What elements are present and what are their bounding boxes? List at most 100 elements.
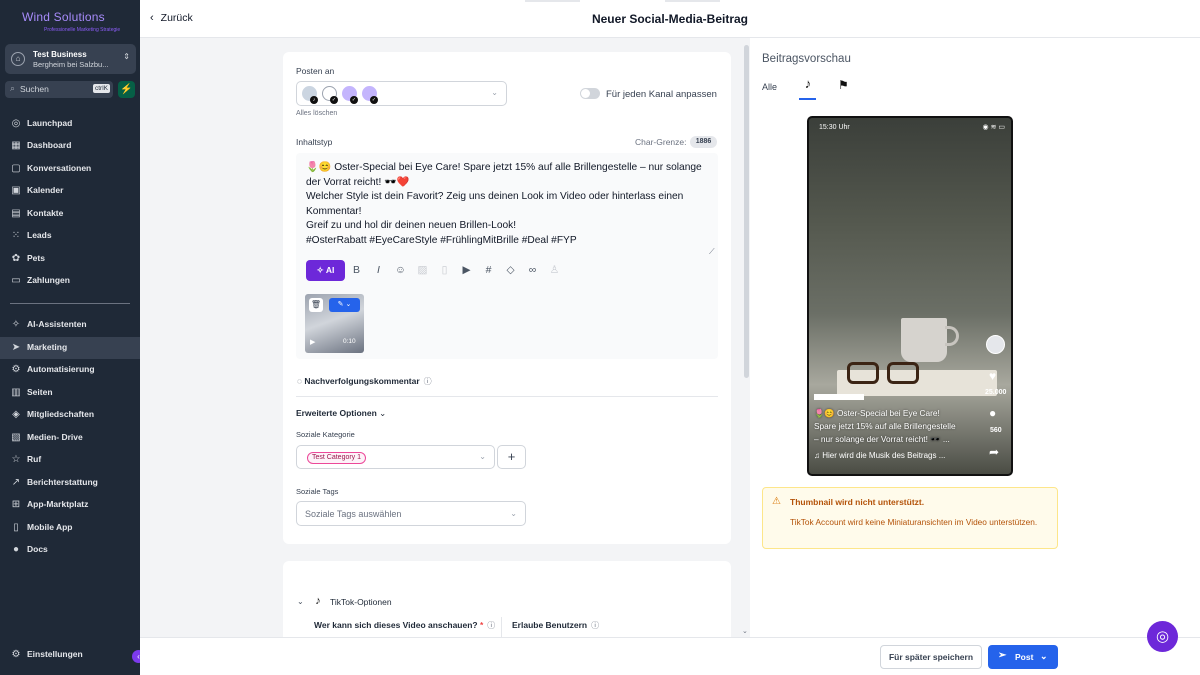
video-icon[interactable]: ▶ bbox=[460, 264, 473, 277]
sidebar-item-berichterstattung[interactable]: ↗ Berichterstattung bbox=[0, 472, 140, 494]
account-switcher[interactable]: ⌂ Test Business Bergheim bei Salzbu... ⇕ bbox=[5, 44, 136, 74]
sidebar-item-label: Konversationen bbox=[27, 163, 92, 173]
sidebar-item-leads[interactable]: ⁙ Leads bbox=[0, 225, 140, 247]
char-limit-badge: 1886 bbox=[690, 136, 717, 148]
per-channel-toggle[interactable] bbox=[580, 88, 600, 99]
add-category-button[interactable]: + bbox=[497, 445, 526, 469]
content-line: Kommentar! bbox=[306, 205, 362, 217]
info-icon: ⓘ bbox=[591, 621, 600, 630]
save-later-button[interactable]: Für später speichern bbox=[880, 645, 982, 669]
sidebar-item-label: Launchpad bbox=[27, 118, 73, 128]
search-placeholder: Suchen bbox=[20, 84, 49, 94]
preview-title: Beitragsvorschau bbox=[762, 53, 851, 65]
comment-icon: ● bbox=[989, 406, 997, 420]
info-icon: ● bbox=[12, 544, 20, 555]
followup-comment-button[interactable]: ◌ Nachverfolgungskommentar ⓘ bbox=[297, 376, 432, 387]
category-select[interactable]: Test Category 1 ⌄ bbox=[296, 445, 495, 469]
post-button[interactable]: ➢ Post ⌄ bbox=[988, 645, 1058, 669]
edit-media-button[interactable]: ✎ ⌄ bbox=[329, 298, 360, 312]
warning-icon: ⚠ bbox=[772, 496, 781, 507]
hashtag-icon[interactable]: # bbox=[482, 264, 495, 277]
advanced-options-toggle[interactable]: Erweiterte Optionen ⌄ bbox=[296, 408, 386, 419]
tags-select[interactable]: Soziale Tags auswählen ⌄ bbox=[296, 501, 526, 526]
sidebar-item-einstellungen[interactable]: ⚙ Einstellungen bbox=[0, 644, 140, 666]
sidebar-item-medien-drive[interactable]: ▧ Medien- Drive bbox=[0, 427, 140, 449]
sidebar-item-label: Automatisierung bbox=[27, 364, 95, 374]
sidebar-item-ruf[interactable]: ☆ Ruf bbox=[0, 449, 140, 471]
trash-icon[interactable]: 🗑 bbox=[309, 298, 323, 312]
sidebar-item-mobile-app[interactable]: ▯ Mobile App bbox=[0, 517, 140, 539]
who-can-view-label: Wer kann sich dieses Video anschauen? * ⓘ bbox=[314, 620, 495, 631]
sidebar-item-label: Leads bbox=[27, 230, 52, 240]
preview-tab-tiktok-icon[interactable]: ♪ bbox=[800, 76, 816, 96]
category-label: Soziale Kategorie bbox=[296, 430, 355, 439]
chevron-down-icon[interactable]: ⌄ bbox=[297, 597, 304, 606]
tags-label: Soziale Tags bbox=[296, 487, 339, 496]
sidebar-item-label: Marketing bbox=[27, 342, 68, 352]
sidebar-item-marketing[interactable]: ➤ Marketing bbox=[0, 337, 140, 359]
chevron-down-icon[interactable]: ⌄ bbox=[1040, 651, 1048, 662]
brand-logo[interactable]: Wind Solutions Professionelle Marketing … bbox=[22, 10, 122, 34]
chevron-updown-icon: ⇕ bbox=[123, 52, 130, 61]
category-tag[interactable]: Test Category 1 bbox=[307, 452, 367, 464]
scrollbar[interactable] bbox=[744, 45, 749, 378]
sidebar-item-docs[interactable]: ● Docs bbox=[0, 539, 140, 561]
top-indicator bbox=[665, 0, 720, 2]
sidebar-item-zahlungen[interactable]: ▭ Zahlungen bbox=[0, 270, 140, 292]
tiktok-phone-preview: 15:30 Uhr ◉ ≋ ▭ ♥ 25.000 ● 560 ➦ 🌷😊 Oste… bbox=[807, 116, 1013, 476]
ai-label: AI bbox=[325, 265, 335, 275]
preview-tab-gmb-icon[interactable]: ⚑ bbox=[838, 78, 849, 92]
sidebar-item-mitgliedschaften[interactable]: ◈ Mitgliedschaften bbox=[0, 404, 140, 426]
post-form-card: Posten an ♪ ✓ ✓ ✓ ⌄ Alles löschen Für je… bbox=[283, 52, 731, 544]
sidebar-item-kontakte[interactable]: ▤ Kontakte bbox=[0, 203, 140, 225]
tag-icon[interactable]: ◇ bbox=[504, 264, 517, 277]
help-lifebuoy-icon[interactable]: ◎ bbox=[1147, 621, 1178, 652]
clear-all-link[interactable]: Alles löschen bbox=[296, 110, 337, 117]
sidebar-item-kalender[interactable]: ▣ Kalender bbox=[0, 180, 140, 202]
section-divider bbox=[296, 396, 718, 397]
emoji-icon[interactable]: ☺ bbox=[394, 264, 407, 277]
bold-icon[interactable]: B bbox=[350, 264, 363, 277]
sidebar-item-dashboard[interactable]: ▦ Dashboard bbox=[0, 135, 140, 157]
scroll-down-icon[interactable]: ⌄ bbox=[742, 627, 748, 635]
content-line: Welcher Style ist dein Favorit? Zeig uns… bbox=[306, 191, 684, 202]
preview-tab-all[interactable]: Alle bbox=[762, 82, 777, 92]
sidebar-item-launchpad[interactable]: ◎ Launchpad bbox=[0, 113, 140, 135]
pages-icon: ▥ bbox=[11, 387, 21, 398]
advanced-label: Erweiterte Optionen bbox=[296, 408, 377, 418]
image-icon[interactable]: ▨ bbox=[416, 264, 429, 277]
sidebar-item-label: Mobile App bbox=[27, 522, 73, 532]
sidebar-item-konversationen[interactable]: ▢ Konversationen bbox=[0, 158, 140, 180]
sidebar-item-seiten[interactable]: ▥ Seiten bbox=[0, 382, 140, 404]
link-icon[interactable]: ∞ bbox=[526, 264, 539, 277]
warning-text: TikTok Account wird keine Miniaturansich… bbox=[790, 517, 1038, 527]
sidebar-item-pets[interactable]: ✿ Pets bbox=[0, 248, 140, 270]
grid-icon: ▦ bbox=[11, 140, 21, 151]
allow-users-text: Erlaube Benutzern bbox=[512, 620, 588, 630]
post-to-label: Posten an bbox=[296, 66, 335, 76]
star-icon: ☆ bbox=[11, 454, 21, 465]
sidebar-item-app-marktplatz[interactable]: ⊞ App-Marktplatz bbox=[0, 494, 140, 516]
thumbnail-warning: ⚠ Thumbnail wird nicht unterstützt. TikT… bbox=[762, 487, 1058, 549]
sparkle-icon: ✧ bbox=[11, 319, 21, 330]
sidebar-item-automatisierung[interactable]: ⚙ Automatisierung bbox=[0, 359, 140, 381]
preview-lens bbox=[847, 362, 879, 384]
tiktok-options-title: TikTok-Optionen bbox=[330, 597, 392, 607]
gmb-icon: ✓ bbox=[350, 96, 358, 104]
media-icon: ▧ bbox=[11, 432, 21, 443]
quick-action-bolt-icon[interactable]: ⚡ bbox=[118, 81, 135, 98]
content-editor[interactable]: 🌷😊 Oster-Special bei Eye Care! Spare jet… bbox=[296, 153, 718, 359]
user-icon[interactable]: ♙ bbox=[548, 264, 561, 277]
resize-handle-icon[interactable]: ⟋ bbox=[709, 247, 715, 257]
file-icon[interactable]: ▯ bbox=[438, 264, 451, 277]
italic-icon[interactable]: I bbox=[372, 264, 385, 277]
account-select[interactable]: ♪ ✓ ✓ ✓ ⌄ bbox=[296, 81, 507, 106]
heart-icon: ♥ bbox=[989, 369, 997, 383]
chat-icon: ▢ bbox=[11, 163, 21, 174]
video-thumbnail[interactable]: 🗑 ✎ ⌄ ▶ 0:10 bbox=[305, 294, 364, 353]
paw-icon: ✿ bbox=[11, 253, 21, 264]
search-input[interactable]: ⌕ Suchen ctrlK bbox=[5, 81, 113, 98]
ai-assist-button[interactable]: ✧ AI bbox=[306, 260, 345, 281]
warning-title: Thumbnail wird nicht unterstützt. bbox=[790, 497, 925, 507]
sidebar-item-ai-assistenten[interactable]: ✧ AI-Assistenten bbox=[0, 314, 140, 336]
